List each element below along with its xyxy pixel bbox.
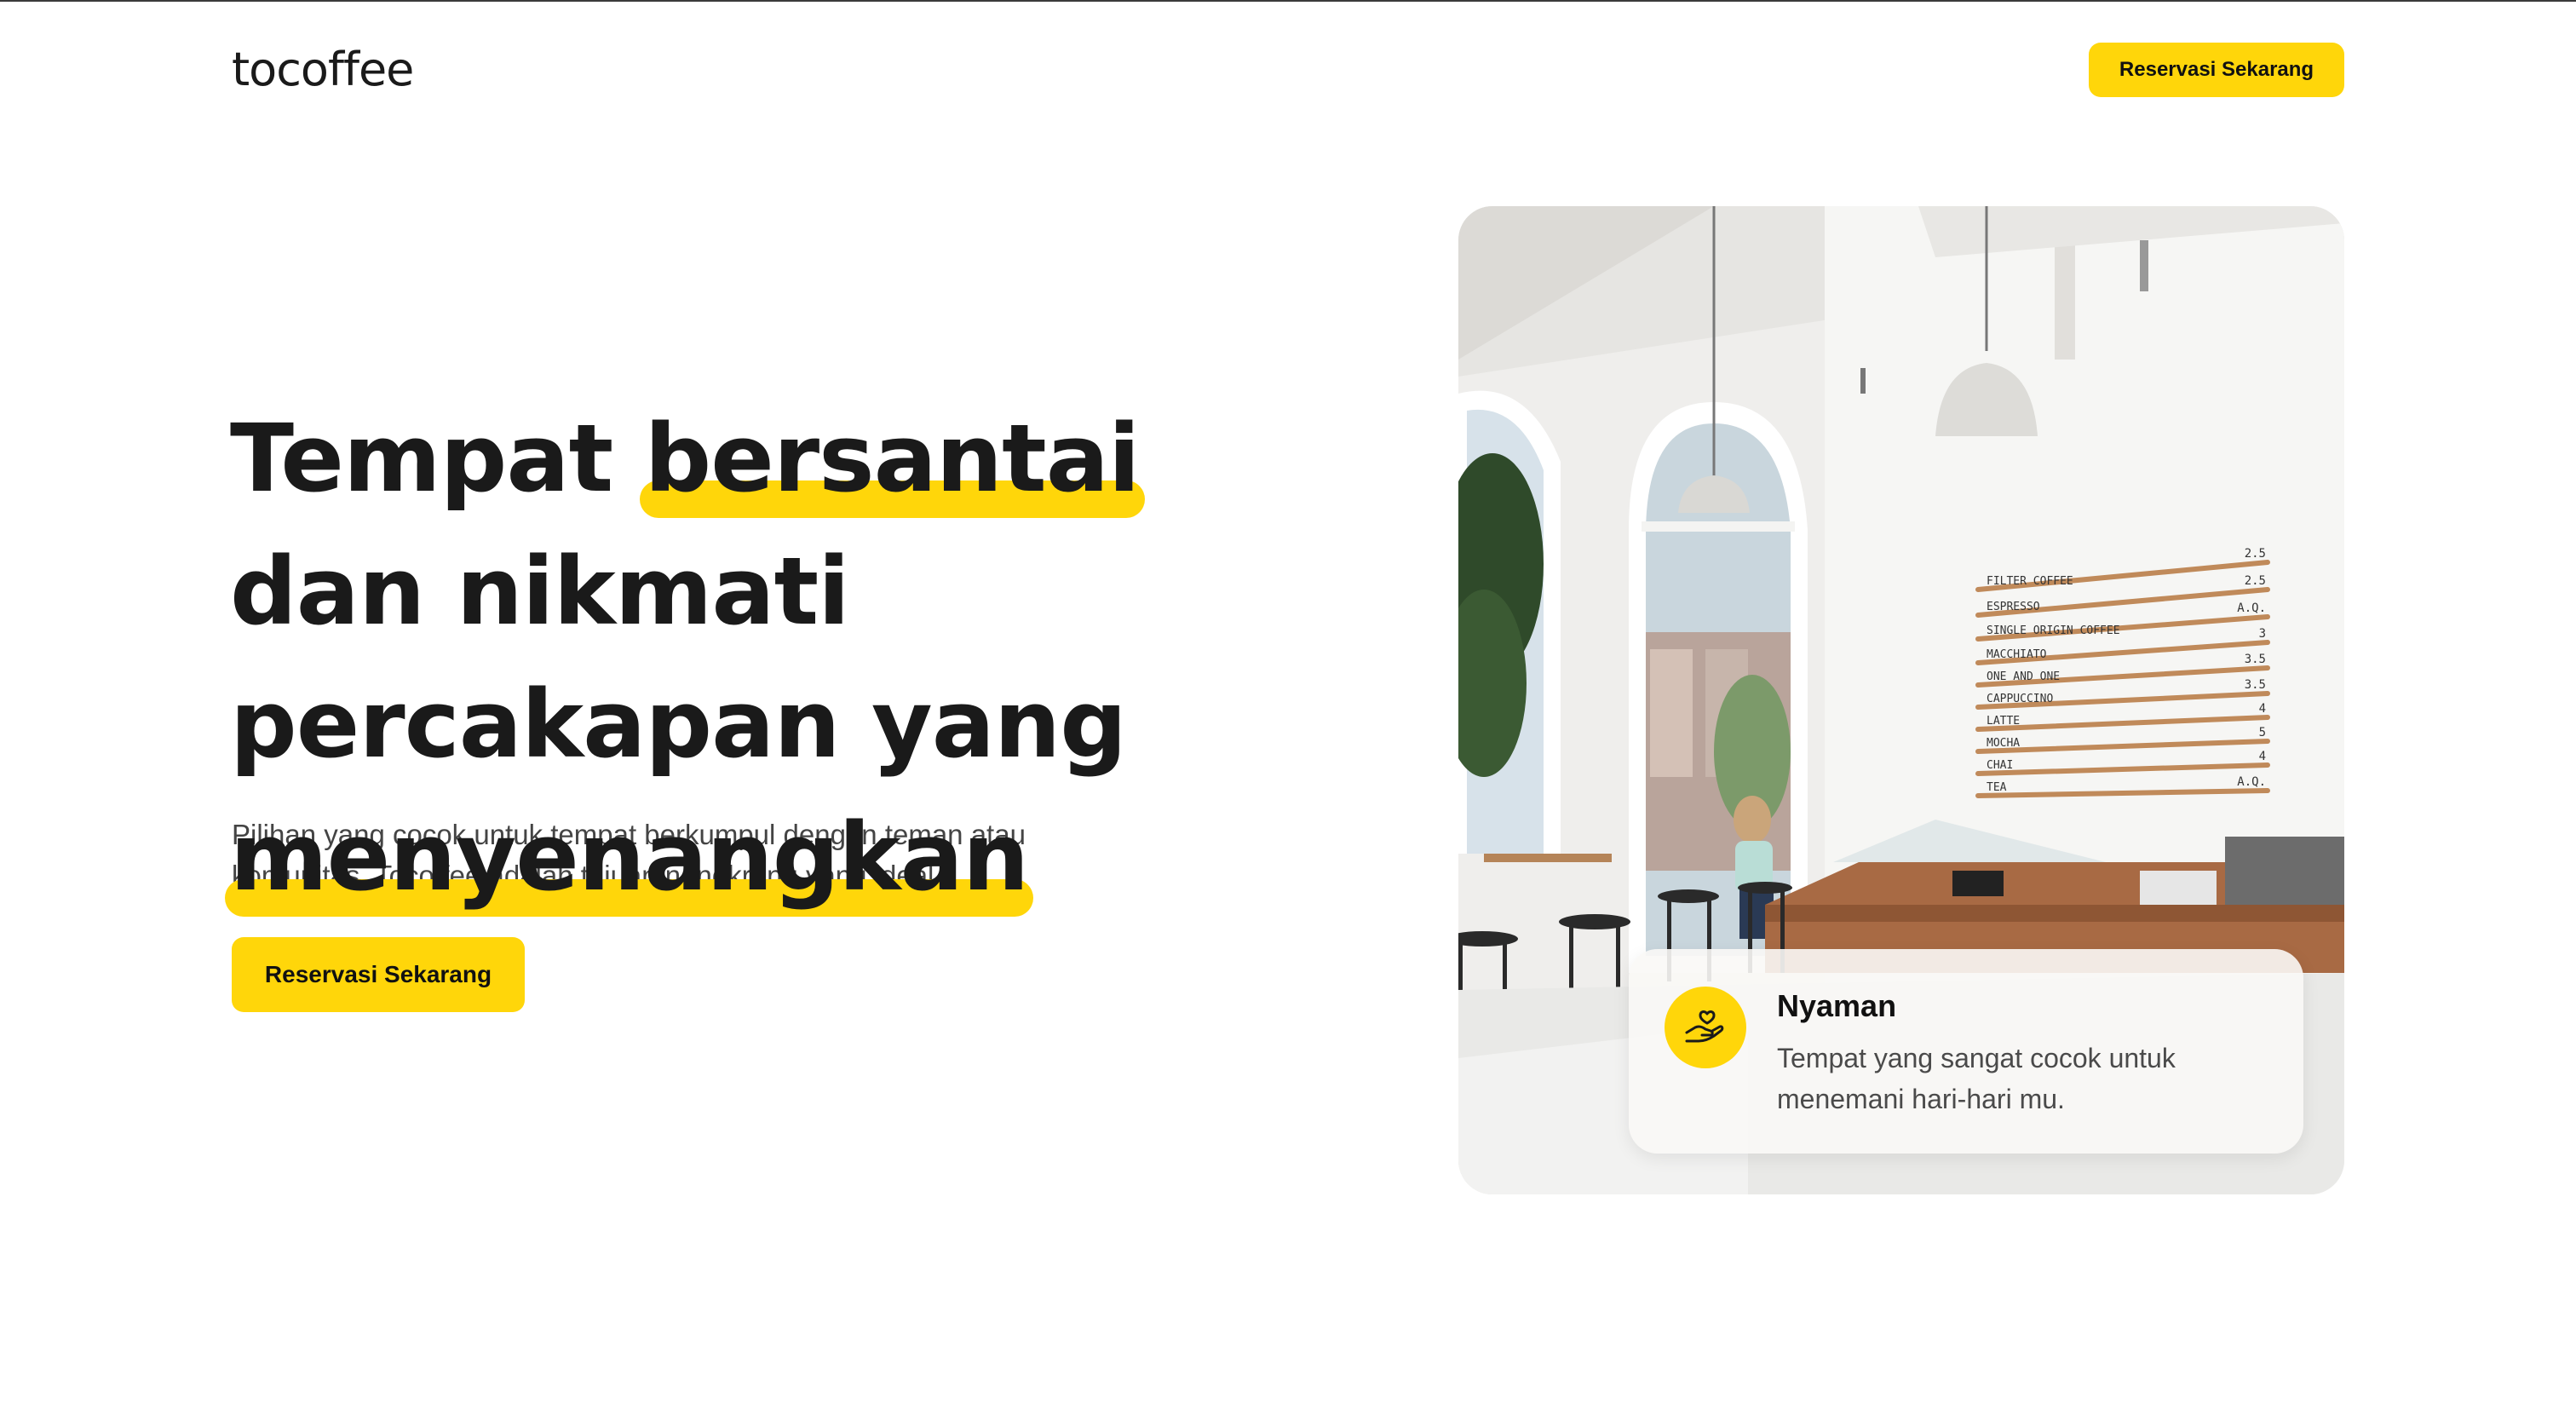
menu-item: MOCHA — [1987, 737, 2020, 750]
menu-item: CAPPUCCINO — [1987, 693, 2053, 705]
menu-price: 2.5 — [2245, 574, 2266, 588]
menu-price: A.Q. — [2237, 775, 2266, 789]
hand-heart-icon — [1665, 987, 1746, 1068]
menu-price: 3.5 — [2245, 653, 2266, 666]
menu-item: FILTER COFFEE — [1987, 575, 2073, 588]
hero-headline: Tempat bersantai dan nikmati percakapan … — [224, 392, 1337, 924]
feature-card: Nyaman Tempat yang sangat cocok untuk me… — [1629, 949, 2303, 1154]
menu-item: ESPRESSO — [1987, 601, 2040, 613]
menu-price: 4 — [2259, 750, 2266, 763]
menu-item: SINGLE ORIGIN COFFEE — [1987, 624, 2120, 637]
menu-price: 2.5 — [2245, 547, 2266, 561]
headline-text: Tempat — [230, 404, 645, 513]
logo[interactable]: tocoffee — [232, 43, 414, 96]
headline-highlight-menyenangkan: menyenangkan — [224, 791, 1034, 924]
menu-price: 4 — [2259, 702, 2266, 716]
menu-item: CHAI — [1987, 759, 2013, 772]
menu-price: 3.5 — [2245, 678, 2266, 692]
headline-text: dan nikmati percakapan yang — [230, 537, 1127, 779]
menu-item: LATTE — [1987, 715, 2020, 728]
menu-price: 5 — [2259, 726, 2266, 739]
feature-description: Tempat yang sangat cocok untuk menemani … — [1777, 1043, 2176, 1114]
hero-reservation-button[interactable]: Reservasi Sekarang — [232, 937, 525, 1012]
menu-price: A.Q. — [2237, 601, 2266, 615]
menu-item: ONE AND ONE — [1987, 670, 2060, 683]
feature-title: Nyaman — [1777, 988, 1897, 1023]
headline-highlight-bersantai: bersantai — [639, 392, 1145, 525]
nav-reservation-button[interactable]: Reservasi Sekarang — [2089, 43, 2344, 97]
menu-item: MACCHIATO — [1987, 648, 2047, 661]
menu-price: 3 — [2259, 627, 2266, 641]
top-border — [0, 0, 2576, 2]
menu-item: TEA — [1987, 781, 2007, 794]
